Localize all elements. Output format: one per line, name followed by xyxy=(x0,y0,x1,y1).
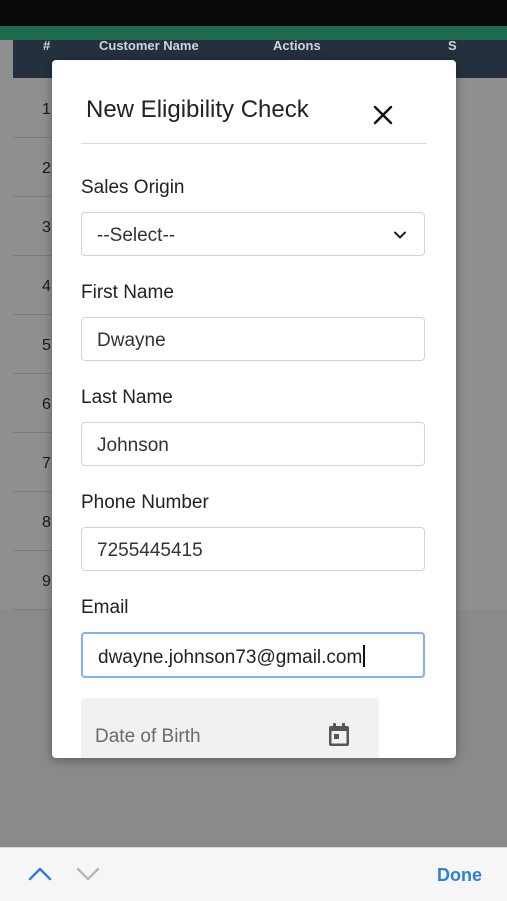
table-row[interactable]: 1 xyxy=(13,79,53,138)
table-row[interactable]: 8 xyxy=(13,492,53,551)
column-header-number: # xyxy=(43,38,51,53)
calendar-icon[interactable] xyxy=(327,722,351,748)
row-number: 3 xyxy=(42,219,51,236)
email-input[interactable]: dwayne.johnson73@gmail.com xyxy=(81,632,425,678)
table-row[interactable]: 7 xyxy=(13,433,53,492)
column-header-extra: S xyxy=(448,38,457,53)
modal-divider xyxy=(81,143,427,144)
table-row[interactable]: 5 xyxy=(13,315,53,374)
eligibility-check-modal: New Eligibility Check Sales Origin --Sel… xyxy=(52,60,456,758)
text-cursor xyxy=(363,645,366,667)
table-row[interactable]: 4 xyxy=(13,256,53,315)
first-name-value: Dwayne xyxy=(97,330,166,351)
status-bar xyxy=(0,0,507,26)
row-number: 2 xyxy=(42,160,51,177)
row-number: 5 xyxy=(42,337,51,354)
close-icon xyxy=(373,105,393,125)
first-name-label: First Name xyxy=(81,282,174,303)
table-row[interactable]: 2 xyxy=(13,138,53,197)
sales-origin-select[interactable]: --Select-- xyxy=(81,212,425,256)
row-number: 8 xyxy=(42,514,51,531)
app-header-bar xyxy=(0,26,507,40)
table-row[interactable]: 3 xyxy=(13,197,53,256)
column-header-customer-name: Customer Name xyxy=(99,38,199,53)
row-number: 7 xyxy=(42,455,51,472)
row-number: 6 xyxy=(42,396,51,413)
column-header-actions: Actions xyxy=(273,38,321,53)
email-value-wrapper: dwayne.johnson73@gmail.com xyxy=(98,645,366,669)
last-name-input[interactable]: Johnson xyxy=(81,422,425,466)
phone-number-label: Phone Number xyxy=(81,492,209,513)
chevron-down-icon xyxy=(394,231,406,239)
email-value: dwayne.johnson73@gmail.com xyxy=(98,647,363,668)
chevron-down-icon[interactable] xyxy=(75,862,101,886)
done-button[interactable]: Done xyxy=(437,865,482,886)
email-label: Email xyxy=(81,597,129,618)
sales-origin-value: --Select-- xyxy=(97,225,176,246)
phone-number-value: 7255445415 xyxy=(97,540,203,561)
row-number: 9 xyxy=(42,573,51,590)
last-name-label: Last Name xyxy=(81,387,173,408)
table-row[interactable]: 6 xyxy=(13,374,53,433)
last-name-value: Johnson xyxy=(97,435,169,456)
table-row[interactable]: 9 xyxy=(13,551,53,610)
phone-number-input[interactable]: 7255445415 xyxy=(81,527,425,571)
modal-title: New Eligibility Check xyxy=(86,96,309,123)
keyboard-accessory-bar: Done xyxy=(0,847,507,901)
row-number: 4 xyxy=(42,278,51,295)
date-of-birth-placeholder: Date of Birth xyxy=(95,726,201,747)
close-button[interactable] xyxy=(370,102,396,128)
first-name-input[interactable]: Dwayne xyxy=(81,317,425,361)
row-number: 1 xyxy=(42,101,51,118)
chevron-up-icon[interactable] xyxy=(27,862,53,886)
sales-origin-label: Sales Origin xyxy=(81,177,185,198)
date-of-birth-field[interactable]: Date of Birth xyxy=(81,698,379,758)
